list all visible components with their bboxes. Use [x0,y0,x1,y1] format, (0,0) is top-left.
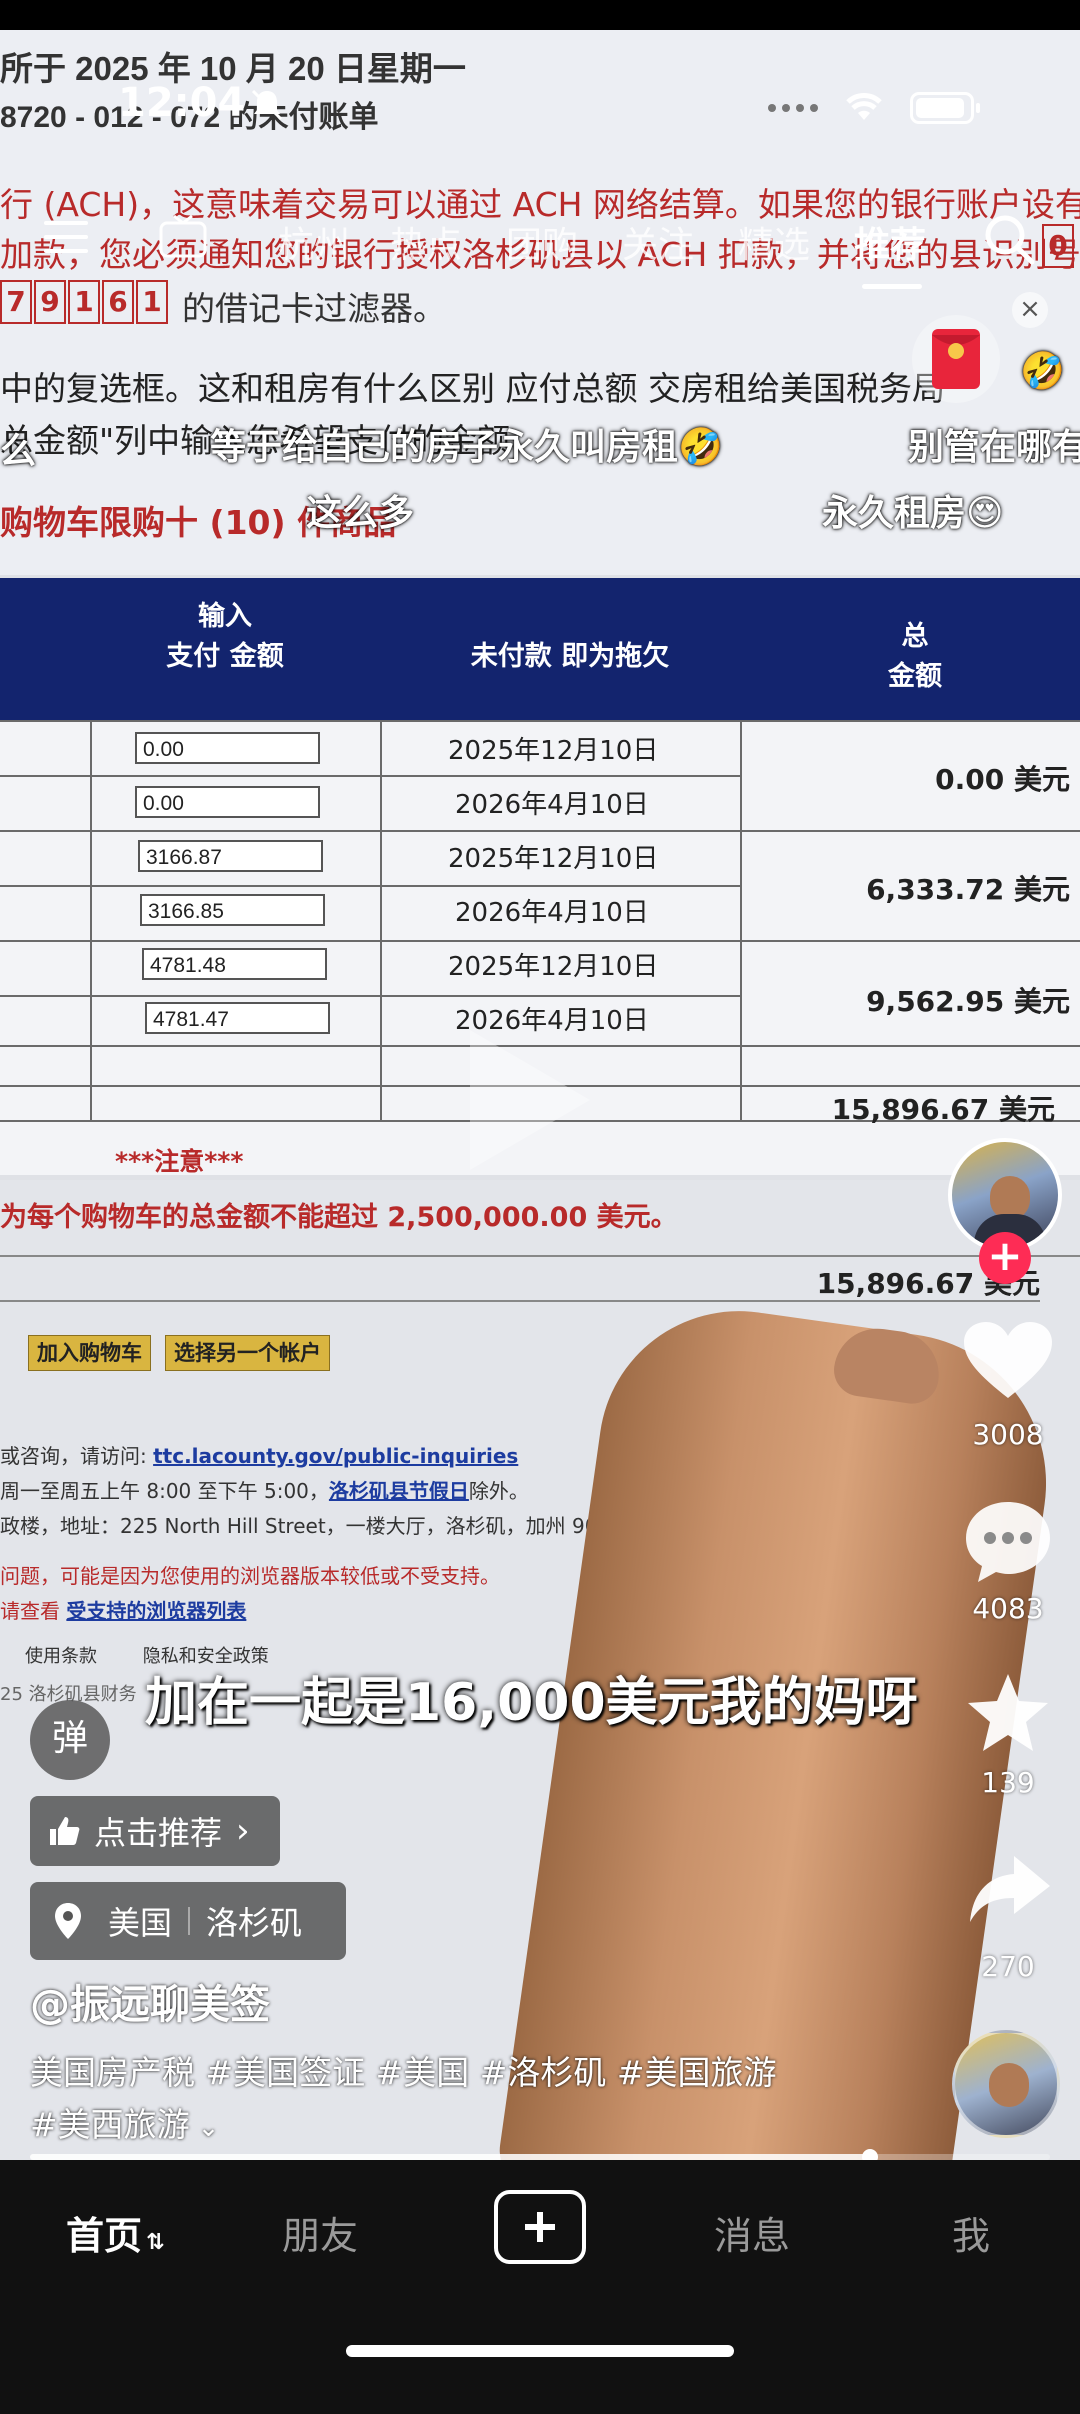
nav-friends[interactable]: 朋友 [282,2205,358,2260]
video-subtitle: 加在一起是16,000美元我的妈呀 [145,1673,918,1733]
close-envelope-icon[interactable]: × [1012,292,1048,328]
chevron-right-icon: › [236,1811,250,1851]
location-pin-icon [55,1903,81,1939]
amount-input-4[interactable]: 3166.85 [140,894,325,926]
col-due: 未付款 即为拖欠 [470,641,670,672]
home-indicator [346,2345,734,2357]
favorite-count: 139 [981,1766,1035,1799]
amount-input-3[interactable]: 3166.87 [138,840,323,872]
share-arrow-icon[interactable] [966,1852,1052,1928]
silent-bell-icon [251,89,283,121]
danmaku-5: 么 [0,431,37,472]
doc-checkbox-line: 中的复选框。这和租房有什么区别 应付总额 交房租给美国税务局 [0,369,945,408]
nav-home[interactable]: 首页 ⇅ [66,2205,164,2260]
group-total-1: 0.00 美元 [935,763,1070,796]
add-to-cart-button[interactable]: 加入购物车 [28,1335,151,1371]
doc-inquiry: 或咨询，请访问: ttc.lacounty.gov/public-inquiri… [0,1444,519,1468]
bill-table-header: 输入 支付 金额 未付款 即为拖欠 总 金额 [0,578,1080,720]
signal-dots-icon [768,104,824,114]
search-icon[interactable] [982,212,1036,266]
col-total-line1: 总 [901,621,929,652]
doc-id-digits: 79161 [0,280,170,324]
group-total-3: 9,562.95 美元 [866,985,1070,1018]
danmaku-3: 这么多 [306,493,415,534]
due-date-1: 2025年12月10日 [448,736,659,766]
doc-browser-list: 请查看 受支持的浏览器列表 [0,1599,247,1623]
top-tabs: 杭州 热点 团购 关注 精选 推荐 [0,210,1080,270]
location-button[interactable]: 美国 洛杉矶 [30,1882,346,1960]
caption-tags-line2[interactable]: #美西旅游 ⌄ [30,2098,219,2146]
due-date-4: 2026年4月10日 [455,898,649,928]
doc-address: 政楼，地址：225 North Hill Street，一楼大厅，洛杉矶，加州 … [0,1514,656,1538]
notice-cart-max: 为每个购物车的总金额不能超过 2,500,000.00 美元。 [0,1202,678,1233]
plus-icon [525,2212,555,2242]
danmaku-2: 别管在哪有 [908,427,1080,468]
browser-list-link[interactable]: 受支持的浏览器列表 [66,1599,246,1623]
tab-following[interactable]: 关注 [622,216,694,268]
create-post-button[interactable] [494,2190,586,2264]
choose-other-account-button[interactable]: 选择另一个帐户 [165,1335,330,1371]
tab-groupbuy[interactable]: 团购 [506,216,578,268]
recommend-button[interactable]: 点击推荐 › [30,1796,280,1866]
wifi-icon [846,93,882,120]
comment-count: 4083 [972,1592,1044,1625]
terms-link[interactable]: 使用条款 [25,1646,97,1667]
tab-hot[interactable]: 热点 [390,216,462,268]
due-date-2: 2026年4月10日 [455,790,649,820]
tab-recommended[interactable]: 推荐 [854,216,926,268]
refresh-arrows-icon: ⇅ [146,2230,165,2255]
due-date-5: 2025年12月10日 [448,952,659,982]
doc-browser-warning: 问题，可能是因为您使用的浏览器版本较低或不受支持。 [0,1564,500,1588]
doc-filter-suffix: 的借记卡过滤器。 [182,289,446,328]
comment-icon[interactable] [962,1498,1054,1584]
follow-plus-button[interactable]: + [979,1232,1031,1284]
col-input-line2: 支付 金额 [166,641,284,672]
holiday-link[interactable]: 洛杉矶县节假日 [329,1479,469,1503]
like-count: 3008 [972,1418,1044,1451]
amount-input-6[interactable]: 4781.47 [145,1002,330,1034]
recommend-label: 点击推荐 [94,1814,223,1852]
thumbs-up-icon [50,1817,80,1845]
amount-input-5[interactable]: 4781.48 [142,948,327,980]
author-name[interactable]: @振远聊美签 [30,1972,270,2030]
amount-input-1[interactable]: 0.00 [135,732,320,764]
grand-total: 15,896.67 美元 [831,1093,1055,1126]
group-total-2: 6,333.72 美元 [866,873,1070,906]
amount-input-2[interactable]: 0.00 [135,786,320,818]
doc-hours: 周一至周五上午 8:00 至下午 5:00，洛杉矶县节假日除外。 [0,1479,529,1503]
due-date-3: 2025年12月10日 [448,844,659,874]
location-city: 洛杉矶 [206,1904,303,1942]
active-tab-indicator [862,284,922,289]
share-count: 270 [981,1950,1035,1983]
tab-featured[interactable]: 精选 [738,216,810,268]
music-disc-avatar[interactable] [952,2030,1060,2138]
location-divider [188,1907,191,1935]
notice-title: ***注意*** [115,1147,244,1176]
caption-tags-line1[interactable]: 美国房产税 #美国签证 #美国 #洛杉矶 #美国旅游 [30,2046,777,2094]
red-envelope-button[interactable] [912,315,1000,403]
danmaku-toggle-button[interactable]: 弹 [30,1700,110,1780]
nav-messages[interactable]: 消息 [714,2205,790,2260]
danmaku-1: 等于给自己的房子永久叫房租🤣 [210,427,723,468]
tab-hangzhou[interactable]: 杭州 [278,216,350,268]
like-heart-icon[interactable] [960,1318,1056,1402]
status-time: 12:04 [118,80,246,126]
col-input-line1: 输入 [198,601,252,632]
danmaku-4: 永久租房😍 [822,493,1004,534]
inquiry-link[interactable]: ttc.lacounty.gov/public-inquiries [153,1444,518,1468]
nav-me[interactable]: 我 [952,2205,990,2260]
battery-icon [910,92,980,124]
col-total-line2: 金额 [888,661,942,692]
play-indicator-icon [470,1030,590,1170]
expand-chevron-icon[interactable]: ⌄ [198,2113,220,2143]
location-country: 美国 [108,1904,173,1942]
favorite-star-icon[interactable] [964,1670,1052,1756]
danmaku-6: 🤣 [1020,351,1065,392]
red-envelope-icon [932,329,980,389]
